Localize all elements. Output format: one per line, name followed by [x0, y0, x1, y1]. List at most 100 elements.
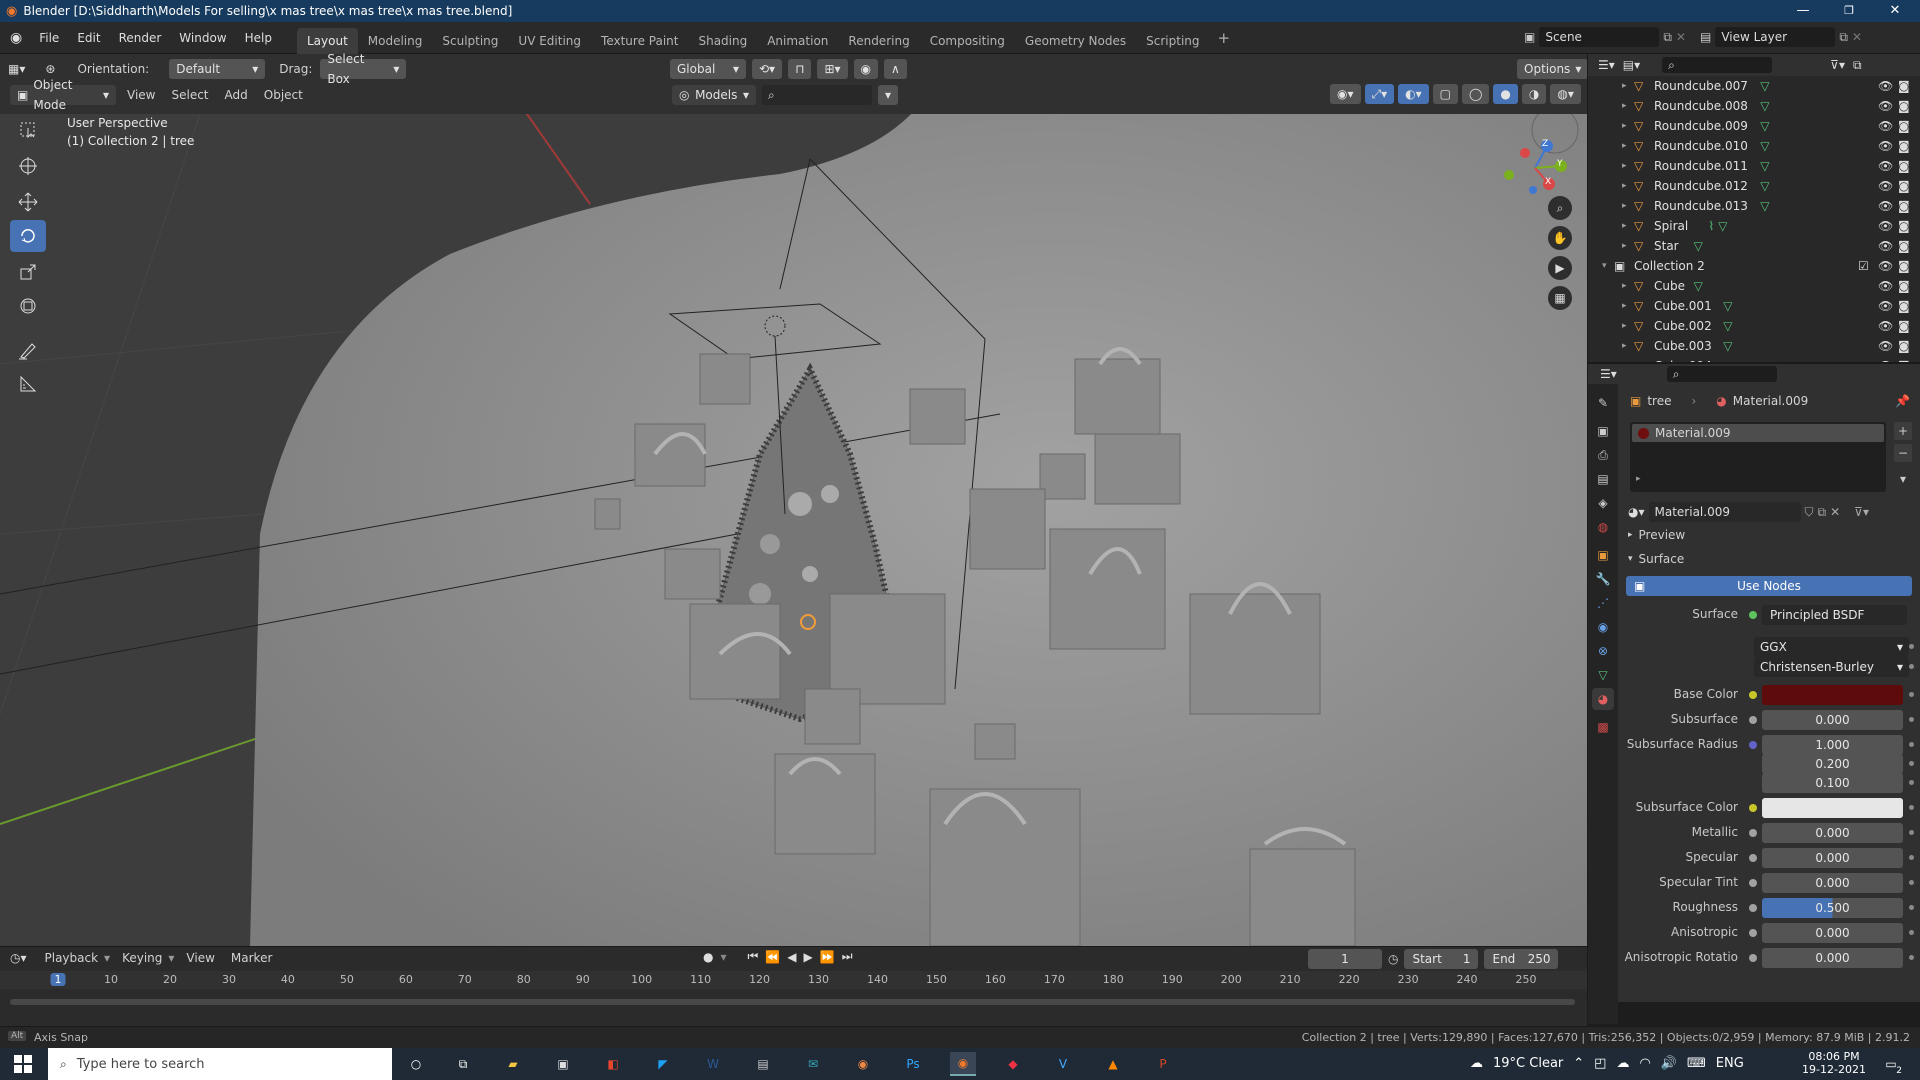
app2-icon[interactable]: ▤	[750, 1052, 776, 1076]
close-button[interactable]: ✕	[1872, 0, 1918, 22]
app3-icon[interactable]: ◆	[1000, 1052, 1026, 1076]
menu-edit[interactable]: Edit	[68, 22, 109, 54]
keyframe-area[interactable]	[0, 989, 1587, 1023]
vlc-icon[interactable]: ▲	[1100, 1052, 1126, 1076]
maximize-button[interactable]: ❐	[1826, 0, 1872, 22]
scene-selector[interactable]: Scene	[1539, 27, 1660, 47]
orientation-dropdown[interactable]: Default ▾	[169, 59, 266, 79]
link-icon[interactable]: ⊽▾	[1854, 505, 1869, 519]
outliner-row[interactable]: ▸ ▽ Cube.003 ▽ 👁 ◙	[1588, 336, 1920, 356]
render-camera-icon[interactable]: ◙	[1898, 199, 1910, 213]
app-icon[interactable]: ◤	[650, 1052, 676, 1076]
transform-pivot-icon[interactable]: ⊛	[45, 62, 55, 76]
mode-dropdown[interactable]: ▣ Object Mode ▾	[10, 78, 116, 112]
store-icon[interactable]: ▣	[550, 1052, 576, 1076]
menu-object[interactable]: Object	[259, 88, 308, 102]
next-keyframe-icon[interactable]: ⏩	[820, 950, 835, 964]
mesh-data-icon[interactable]: ▽	[1694, 279, 1703, 293]
mesh-data-icon[interactable]: ⌇ ▽	[1708, 219, 1727, 233]
visibility-toggle-icon[interactable]: ◉▾	[1330, 84, 1361, 104]
number-field[interactable]: 0.000	[1762, 710, 1903, 730]
number-field[interactable]: 0.000	[1762, 823, 1903, 843]
eye-icon[interactable]: 👁	[1878, 219, 1893, 233]
chrome-icon[interactable]: ◉	[850, 1052, 876, 1076]
menu-render[interactable]: Render	[110, 22, 171, 54]
office-icon[interactable]: ◧	[600, 1052, 626, 1076]
transform-tool-icon[interactable]	[10, 290, 46, 322]
render-tab-icon[interactable]: ▣	[1592, 420, 1614, 442]
keyframe-dot-icon[interactable]	[1909, 761, 1914, 766]
ortho-grid-icon[interactable]: ▦	[1548, 286, 1572, 310]
eye-icon[interactable]: 👁	[1878, 139, 1893, 153]
outliner-editor-icon[interactable]: ☰▾	[1598, 58, 1615, 72]
constraints-tab-icon[interactable]: ⊗	[1592, 640, 1614, 662]
measure-tool-icon[interactable]	[10, 368, 46, 400]
prev-keyframe-icon[interactable]: ⏪	[765, 950, 780, 964]
render-camera-icon[interactable]: ◙	[1898, 99, 1910, 113]
outliner-search-input[interactable]: ⌕	[1662, 57, 1773, 73]
mesh-data-icon[interactable]: ▽	[1760, 159, 1769, 173]
mesh-data-icon[interactable]: ▽	[1760, 99, 1769, 113]
start-frame-field[interactable]: Start 1	[1404, 949, 1479, 969]
keyframe-dot-icon[interactable]	[1909, 880, 1914, 885]
eye-icon[interactable]: 👁	[1878, 279, 1893, 293]
world-tab-icon[interactable]: ◍	[1592, 516, 1614, 538]
render-camera-icon[interactable]: ◙	[1898, 259, 1910, 273]
outliner-row[interactable]: ▸ ▽ Spiral ⌇ ▽ 👁 ◙	[1588, 216, 1920, 236]
socket-icon[interactable]	[1749, 929, 1757, 937]
eye-icon[interactable]: 👁	[1878, 299, 1893, 313]
socket-icon[interactable]	[1749, 804, 1757, 812]
eye-icon[interactable]: 👁	[1878, 179, 1893, 193]
render-camera-icon[interactable]: ◙	[1898, 139, 1910, 153]
scene-tab-icon[interactable]: ◈	[1592, 492, 1614, 514]
play-icon[interactable]: ▶	[804, 950, 813, 964]
snap-toggle-icon[interactable]: ⊓	[788, 59, 812, 79]
weather-text[interactable]: 19°C Clear	[1493, 1056, 1563, 1071]
slot-menu-button[interactable]: ▾	[1894, 472, 1912, 486]
exclude-checkbox[interactable]: ☑	[1858, 259, 1869, 273]
zoom-icon[interactable]: ⌕	[1548, 196, 1572, 220]
outliner-row[interactable]: ▸ ▽ Roundcube.013 ▽ 👁 ◙	[1588, 196, 1920, 216]
file-explorer-icon[interactable]: ▰	[500, 1052, 526, 1076]
expand-icon[interactable]: ▸	[1622, 341, 1627, 351]
cortana-icon[interactable]: ○	[403, 1052, 429, 1076]
expand-icon[interactable]: ▸	[1622, 221, 1627, 231]
end-frame-field[interactable]: End 250	[1484, 949, 1559, 969]
filter-icon[interactable]: ⊽▾	[1830, 58, 1845, 72]
eye-icon[interactable]: 👁	[1878, 339, 1893, 353]
keyframe-dot-icon[interactable]	[1909, 644, 1914, 649]
outliner-row[interactable]: ▸ ▽ Roundcube.012 ▽ 👁 ◙	[1588, 176, 1920, 196]
keyframe-dot-icon[interactable]	[1909, 742, 1914, 747]
display-mode-icon[interactable]: ▤▾	[1623, 58, 1640, 72]
record-icon[interactable]: ●	[703, 950, 713, 964]
outliner-row[interactable]: ▸ ▽ Cube.002 ▽ 👁 ◙	[1588, 316, 1920, 336]
powerpoint-icon[interactable]: P	[1150, 1052, 1176, 1076]
play-reverse-icon[interactable]: ◀	[787, 950, 796, 964]
keyframe-dot-icon[interactable]	[1909, 830, 1914, 835]
expand-icon[interactable]: ▸	[1622, 181, 1627, 191]
tab-texture-paint[interactable]: Texture Paint	[591, 28, 688, 54]
gizmo-toggle-icon[interactable]: ⤢▾	[1364, 84, 1395, 104]
onedrive-icon[interactable]: ☁	[1616, 1056, 1629, 1071]
tool-tab-icon[interactable]: ✎	[1592, 392, 1614, 414]
slider-field[interactable]: 0.500	[1762, 898, 1903, 918]
number-field[interactable]: 1.000	[1762, 735, 1903, 755]
annotate-tool-icon[interactable]	[10, 334, 46, 366]
material-name-field[interactable]: Material.009	[1648, 502, 1801, 522]
navigation-gizmo[interactable]: Z Y X	[1495, 114, 1585, 194]
clock[interactable]: 08:06 PM 19-12-2021	[1802, 1050, 1866, 1076]
mesh-data-icon[interactable]: ▽	[1760, 139, 1769, 153]
render-camera-icon[interactable]: ◙	[1898, 159, 1910, 173]
socket-icon[interactable]	[1749, 954, 1757, 962]
keyframe-dot-icon[interactable]	[1909, 717, 1914, 722]
menu-window[interactable]: Window	[170, 22, 235, 54]
wifi-icon[interactable]: ◠	[1639, 1056, 1650, 1071]
timeline-scrollbar[interactable]	[10, 999, 1575, 1005]
menu-view[interactable]: View	[122, 88, 160, 102]
viewport-search-input[interactable]: ⌕	[762, 85, 872, 105]
add-slot-button[interactable]: +	[1894, 422, 1912, 440]
editor-type-icon[interactable]: ▦▾	[8, 62, 25, 76]
timeline-editor-icon[interactable]: ◷▾	[10, 951, 27, 965]
mesh-data-icon[interactable]: ▽	[1723, 299, 1732, 313]
wireframe-shading-icon[interactable]: ◯	[1461, 84, 1490, 104]
